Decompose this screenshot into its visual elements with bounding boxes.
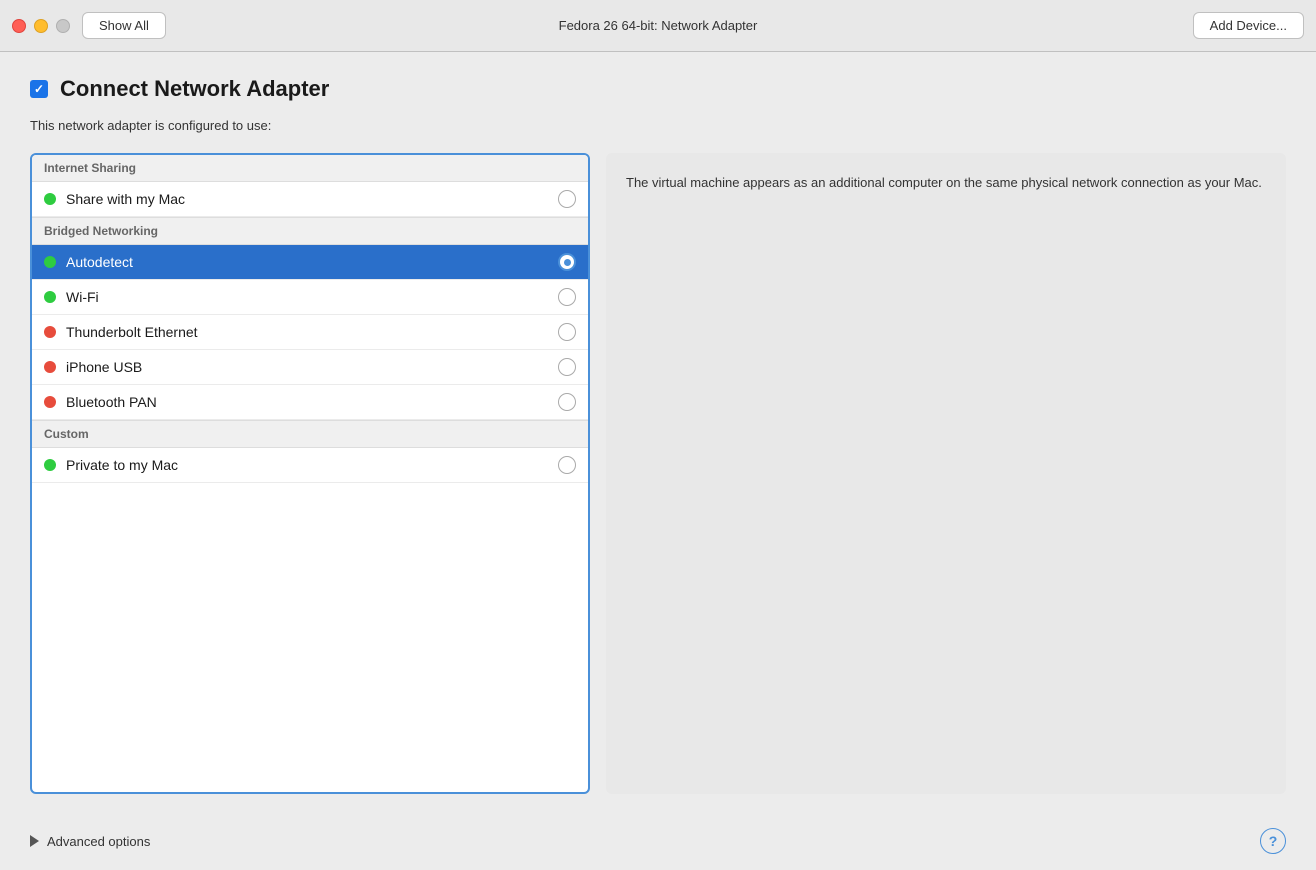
adapter-title: Connect Network Adapter [60, 76, 329, 102]
item-label-private-mac: Private to my Mac [66, 457, 558, 473]
list-item-autodetect[interactable]: Autodetect [32, 245, 588, 280]
radio-autodetect[interactable] [558, 253, 576, 271]
status-dot-wifi [44, 291, 56, 303]
window-title: Fedora 26 64-bit: Network Adapter [559, 18, 758, 33]
minimize-button[interactable] [34, 19, 48, 33]
radio-bluetooth-pan[interactable] [558, 393, 576, 411]
radio-thunderbolt[interactable] [558, 323, 576, 341]
network-list-panel: Internet Sharing Share with my Mac Bridg… [30, 153, 590, 794]
item-label-iphone-usb: iPhone USB [66, 359, 558, 375]
add-device-button[interactable]: Add Device... [1193, 12, 1304, 39]
radio-iphone-usb[interactable] [558, 358, 576, 376]
traffic-lights [12, 19, 70, 33]
list-item-bluetooth-pan[interactable]: Bluetooth PAN [32, 385, 588, 420]
two-col-layout: Internet Sharing Share with my Mac Bridg… [30, 153, 1286, 794]
section-internet-sharing: Internet Sharing [32, 155, 588, 182]
status-dot-iphone-usb [44, 361, 56, 373]
status-dot-share-mac [44, 193, 56, 205]
list-item-iphone-usb[interactable]: iPhone USB [32, 350, 588, 385]
section-custom: Custom [32, 420, 588, 448]
help-button[interactable]: ? [1260, 828, 1286, 854]
connect-adapter-checkbox[interactable] [30, 80, 48, 98]
maximize-button[interactable] [56, 19, 70, 33]
list-item-thunderbolt[interactable]: Thunderbolt Ethernet [32, 315, 588, 350]
triangle-icon [30, 835, 39, 847]
close-button[interactable] [12, 19, 26, 33]
item-label-thunderbolt: Thunderbolt Ethernet [66, 324, 558, 340]
main-window: Show All Fedora 26 64-bit: Network Adapt… [0, 0, 1316, 870]
section-bridged-networking: Bridged Networking [32, 217, 588, 245]
advanced-options-toggle[interactable]: Advanced options [30, 834, 150, 849]
titlebar: Show All Fedora 26 64-bit: Network Adapt… [0, 0, 1316, 52]
item-label-wifi: Wi-Fi [66, 289, 558, 305]
list-item-wifi[interactable]: Wi-Fi [32, 280, 588, 315]
list-item-private-mac[interactable]: Private to my Mac [32, 448, 588, 483]
radio-wifi[interactable] [558, 288, 576, 306]
radio-private-mac[interactable] [558, 456, 576, 474]
connect-adapter-header: Connect Network Adapter [30, 76, 1286, 102]
info-panel: The virtual machine appears as an additi… [606, 153, 1286, 794]
radio-share-mac[interactable] [558, 190, 576, 208]
advanced-options-label: Advanced options [47, 834, 150, 849]
item-label-bluetooth-pan: Bluetooth PAN [66, 394, 558, 410]
status-dot-thunderbolt [44, 326, 56, 338]
status-dot-bluetooth-pan [44, 396, 56, 408]
list-item-share-mac[interactable]: Share with my Mac [32, 182, 588, 217]
status-dot-private-mac [44, 459, 56, 471]
bottom-bar: Advanced options ? [0, 818, 1316, 870]
status-dot-autodetect [44, 256, 56, 268]
show-all-button[interactable]: Show All [82, 12, 166, 39]
adapter-subtitle: This network adapter is configured to us… [30, 118, 1286, 133]
item-label-autodetect: Autodetect [66, 254, 558, 270]
info-text: The virtual machine appears as an additi… [626, 173, 1262, 193]
item-label-share-mac: Share with my Mac [66, 191, 558, 207]
main-content: Connect Network Adapter This network ada… [0, 52, 1316, 818]
